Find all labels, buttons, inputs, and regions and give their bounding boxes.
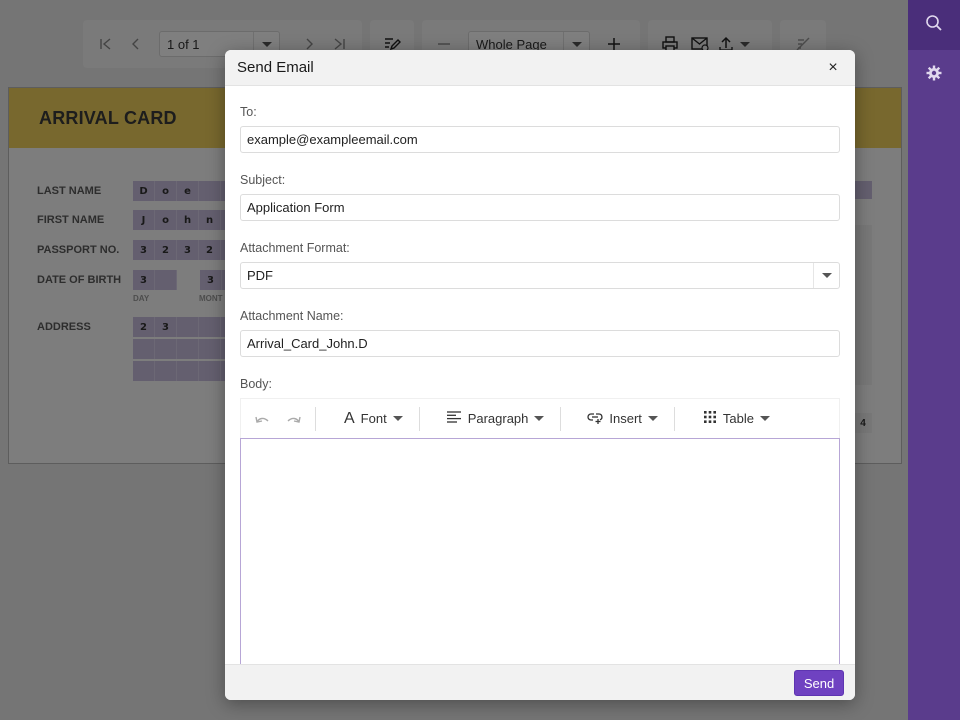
- body-text-area[interactable]: [240, 438, 840, 667]
- paragraph-icon: [446, 410, 462, 427]
- send-email-dialog: Send Email × To: Subject: Attachment For…: [225, 50, 855, 700]
- toolbar-divider: [418, 406, 420, 431]
- subject-label: Subject:: [240, 173, 286, 187]
- toolbar-divider: [315, 406, 316, 431]
- sidebar-item-search[interactable]: [908, 0, 960, 50]
- table-grid-icon: [703, 410, 717, 427]
- undo-icon[interactable]: [251, 404, 273, 434]
- insert-menu-button[interactable]: Insert: [587, 404, 658, 434]
- table-menu-button[interactable]: Table: [703, 404, 770, 434]
- paragraph-menu-button[interactable]: Paragraph: [446, 404, 545, 434]
- chevron-down-icon: [534, 416, 545, 421]
- toolbar-divider: [673, 406, 675, 431]
- attachment-format-select[interactable]: PDF: [240, 262, 840, 289]
- to-label: To:: [240, 105, 257, 119]
- dialog-title: Send Email: [237, 59, 314, 76]
- right-sidebar: [908, 0, 960, 720]
- table-menu-label: Table: [722, 411, 754, 426]
- font-menu-button[interactable]: A Font: [344, 404, 403, 434]
- dialog-header: Send Email ×: [225, 50, 855, 86]
- dialog-footer: Send: [225, 664, 855, 700]
- close-icon[interactable]: ×: [823, 59, 843, 77]
- sidebar-item-settings[interactable]: [908, 50, 960, 100]
- attachment-format-label: Attachment Format:: [240, 241, 350, 255]
- font-icon: A: [344, 409, 355, 427]
- attachment-format-value: PDF: [247, 268, 273, 283]
- insert-link-icon: [587, 410, 603, 427]
- body-editor: A Font Paragraph Insert Table: [240, 398, 840, 667]
- redo-icon[interactable]: [283, 404, 305, 434]
- attachment-name-field[interactable]: [240, 330, 840, 357]
- search-icon: [925, 14, 943, 37]
- toolbar-divider: [560, 406, 562, 431]
- to-field[interactable]: [240, 126, 840, 153]
- chevron-down-icon: [813, 263, 839, 288]
- send-button[interactable]: Send: [794, 670, 844, 696]
- subject-field[interactable]: [240, 194, 840, 221]
- insert-menu-label: Insert: [609, 411, 642, 426]
- attachment-name-label: Attachment Name:: [240, 309, 344, 323]
- body-label: Body:: [240, 377, 272, 391]
- font-menu-label: Font: [360, 411, 387, 426]
- gear-icon: [925, 64, 943, 87]
- editor-toolbar: A Font Paragraph Insert Table: [240, 398, 840, 438]
- chevron-down-icon: [760, 416, 770, 421]
- chevron-down-icon: [392, 416, 403, 421]
- paragraph-menu-label: Paragraph: [467, 411, 529, 426]
- chevron-down-icon: [647, 416, 658, 421]
